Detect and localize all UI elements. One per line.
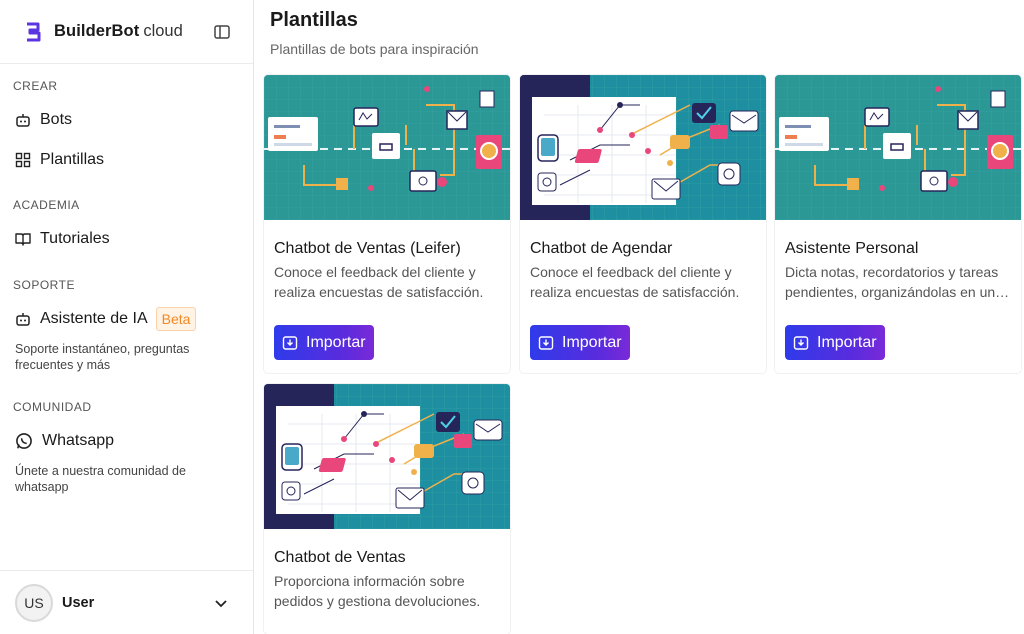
sidebar-item-tutoriales[interactable]: Tutoriales <box>0 219 253 259</box>
main-content: Plantillas Plantillas de bots para inspi… <box>255 0 1024 634</box>
section-title-soporte: SOPORTE <box>13 278 75 292</box>
sidebar-item-label: Asistente de IA <box>40 310 148 327</box>
template-illustration <box>264 75 510 220</box>
avatar: US <box>15 583 53 622</box>
sidebar-item-bots[interactable]: Bots <box>0 100 253 140</box>
user-menu[interactable]: US User <box>0 570 253 634</box>
chevron-down-icon[interactable] <box>214 596 228 610</box>
template-illustration <box>264 384 510 529</box>
sidebar: BuilderBot cloud CREAR Bots Plantillas A… <box>0 0 254 634</box>
card-title: Chatbot de Agendar <box>530 240 673 257</box>
sidebar-toggle-icon[interactable] <box>213 23 231 41</box>
robot-icon <box>16 313 30 326</box>
sidebar-item-label: Plantillas <box>40 151 105 168</box>
grid-icon <box>15 152 31 168</box>
sidebar-item-label: Whatsapp <box>42 432 115 449</box>
section-title-academia: ACADEMIA <box>13 198 80 212</box>
import-button[interactable]: Importar <box>530 325 630 360</box>
brand-name: BuilderBot <box>54 22 140 40</box>
page-subtitle: Plantillas de bots para inspiración <box>270 41 479 57</box>
download-icon <box>282 335 298 350</box>
import-label: Importar <box>562 333 622 351</box>
card-description: Conoce el feedback del cliente y realiza… <box>530 264 740 300</box>
robot-icon <box>16 114 30 127</box>
section-title-crear: CREAR <box>13 79 58 93</box>
template-card: Asistente Personal Dicta notas, recordat… <box>775 75 1021 373</box>
sidebar-item-asistente[interactable]: Asistente de IA Beta <box>0 299 253 339</box>
download-icon <box>538 335 554 350</box>
builderbot-logo-icon <box>27 22 41 41</box>
import-label: Importar <box>817 333 877 351</box>
download-icon <box>793 335 809 350</box>
card-title: Chatbot de Ventas <box>274 549 406 566</box>
user-name: User <box>62 594 95 611</box>
template-card: Chatbot de Ventas Proporciona informació… <box>264 384 510 634</box>
import-button[interactable]: Importar <box>785 325 885 360</box>
template-card: Chatbot de Ventas (Leifer) Conoce el fee… <box>264 75 510 373</box>
template-illustration <box>775 75 1021 220</box>
sidebar-item-plantillas[interactable]: Plantillas <box>0 140 253 180</box>
import-button[interactable]: Importar <box>274 325 374 360</box>
brand-suffix: cloud <box>143 22 183 40</box>
page-title: Plantillas <box>270 9 358 31</box>
import-label: Importar <box>306 333 366 351</box>
card-description: Conoce el feedback del cliente y realiza… <box>274 264 484 300</box>
sidebar-item-whatsapp[interactable]: Whatsapp <box>0 421 253 461</box>
template-illustration <box>520 75 766 220</box>
card-description: Dicta notas, recordatorios y tareas pend… <box>785 264 1010 300</box>
sidebar-item-label: Tutoriales <box>40 230 110 247</box>
asistente-description: Soporte instantáneo, preguntas frecuente… <box>15 342 190 372</box>
whatsapp-icon <box>16 433 32 449</box>
beta-badge: Beta <box>155 307 197 331</box>
whatsapp-description: Únete a nuestra comunidad de whatsapp <box>15 464 186 494</box>
template-card: Chatbot de Agendar Conoce el feedback de… <box>520 75 766 373</box>
book-open-icon <box>15 233 31 246</box>
sidebar-item-label: Bots <box>40 111 73 128</box>
brand-header: BuilderBot cloud <box>0 0 253 64</box>
card-description: Proporciona información sobre pedidos y … <box>274 573 481 609</box>
section-title-comunidad: COMUNIDAD <box>13 400 92 414</box>
card-title: Asistente Personal <box>785 240 919 257</box>
card-title: Chatbot de Ventas (Leifer) <box>274 240 461 257</box>
